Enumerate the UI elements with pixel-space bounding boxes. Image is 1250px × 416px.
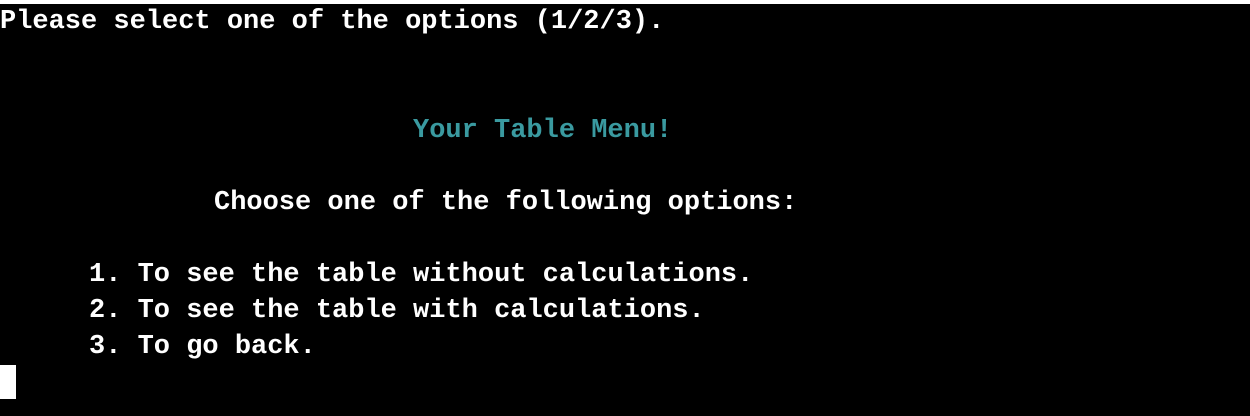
terminal-window[interactable]: Please select one of the options (1/2/3)… <box>0 4 1250 416</box>
menu-option-3: 3. To go back. <box>89 332 316 362</box>
menu-option-2: 2. To see the table with calculations. <box>89 296 705 326</box>
menu-option-1: 1. To see the table without calculations… <box>89 260 754 290</box>
menu-title: Your Table Menu! <box>413 116 673 146</box>
text-cursor[interactable] <box>0 365 16 399</box>
menu-subtitle: Choose one of the following options: <box>214 188 798 218</box>
prompt-text: Please select one of the options (1/2/3)… <box>0 7 665 37</box>
